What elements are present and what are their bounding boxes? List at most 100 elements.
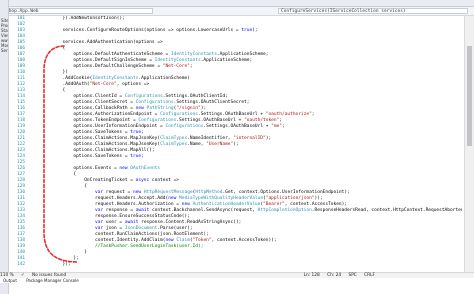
code-line: services.ConfigureRouteOptions(options =… [30, 28, 258, 34]
code-token: true [130, 154, 142, 159]
solution-item[interactable]: Services [0, 48, 8, 53]
code-token: new [132, 190, 142, 195]
code-token: IdentityConstants [170, 52, 217, 57]
code-token: await [124, 220, 139, 225]
code-token: new [135, 106, 144, 111]
code-token: user = [103, 220, 125, 225]
code-token: "Net-Core" [89, 82, 117, 87]
output-tab[interactable]: Output [3, 278, 17, 283]
code-token: .Parse(user); [157, 226, 193, 231]
code-token: )); [314, 196, 323, 201]
code-token: "Bearer" [263, 202, 285, 207]
code-token: options.ClientSecret = [73, 100, 136, 105]
member-dropdown[interactable]: ConfigureServices(IServiceCollection ser… [278, 8, 468, 14]
code-token: options.SaveTokens = [73, 130, 131, 135]
code-token: services.AddAuthentication(options => [62, 40, 163, 45]
code-token: options.UserInformationEndpoint = [73, 124, 166, 129]
code-token: var [95, 208, 104, 213]
solution-explorer-strip: Sitemap.csProgram.csStartup.csViewswwwro… [0, 0, 9, 294]
code-token: "UserName" [206, 142, 234, 147]
line-number: 142 [17, 262, 25, 267]
code-token: options.TokenEndpoint = [73, 118, 139, 123]
code-token: { [62, 46, 66, 51]
code-token: response.Content.ReadAsStringAsync(); [138, 220, 242, 225]
code-token: options.AuthorizationEndpoint = [73, 112, 161, 117]
code-token: Claim [176, 238, 190, 243]
project-dropdown[interactable]: Shop.App.Web [3, 8, 153, 14]
code-token: ClaimTypes [160, 136, 188, 141]
code-token: //TaskPusher.SendUserLoginTask(user.Id); [95, 244, 204, 249]
code-token: new [119, 166, 128, 171]
code-token: { [73, 172, 77, 177]
code-editor[interactable]: }).AddNewtonsoftJson(); services.Configu… [30, 16, 462, 272]
code-token: "Token" [192, 238, 212, 243]
code-token: .ApplicationScheme; [200, 58, 253, 63]
code-token: new [165, 238, 174, 243]
code-token: HttpMethod [195, 190, 223, 195]
code-token: .Settings.OAuthClientSecret; [173, 100, 250, 105]
code-token: .ApplicationScheme) [138, 76, 190, 81]
code-token: Configurations [124, 94, 163, 99]
code-token: options.DefaultSignInScheme = [73, 58, 155, 63]
tool-window-tabs: Output Package Manager Console [0, 278, 474, 283]
code-token: ClaimTypes [160, 142, 188, 147]
code-token: context => [149, 178, 180, 183]
code-token: OnCreatingTicket = [84, 178, 136, 183]
code-token: .Settings.OAuthBaseUrl + [198, 112, 266, 117]
code-token: ); [265, 136, 272, 141]
code-token: new [181, 202, 190, 207]
code-token: context.RunClaimActions(json.RootElement… [95, 232, 209, 237]
code-token: .AddOAuth( [62, 82, 90, 87]
navigation-bar: Shop.App.Web ConfigureServices(IServiceC… [0, 7, 474, 16]
vertical-scrollbar[interactable] [464, 16, 474, 272]
code-token: ; [279, 118, 283, 123]
code-token: PathString [146, 106, 174, 111]
code-token: { [84, 184, 87, 189]
document-tab-bar: Sitemap.cs×AuthController.cs×appsettings… [0, 0, 474, 7]
code-token: MediaTypeWithQualityHeaderValue [179, 196, 264, 201]
code-token: ); [200, 106, 207, 111]
code-token: async [135, 178, 150, 183]
code-token: }).AddNewtonsoftJson(); [62, 16, 125, 21]
code-token: .Settings.OAuthBaseUrl + [176, 118, 245, 123]
code-token: { [62, 88, 66, 93]
code-token: "/signin" [176, 106, 201, 111]
code-token: "oauth/token" [244, 118, 280, 123]
code-token: "internalID" [233, 136, 266, 141]
code-token: ; [189, 64, 193, 69]
code-token: options.ClaimActions.MapAll(); [73, 148, 155, 153]
package-manager-console-tab[interactable]: Package Manager Console [26, 278, 79, 283]
code-token: json = [103, 226, 125, 231]
code-token: true [130, 130, 142, 135]
code-token: options.SaveTokens = [73, 154, 131, 159]
code-token: options.DefaultAuthenticateScheme = [73, 52, 171, 57]
code-token: HttpRequestMessage [143, 190, 193, 195]
code-token: services.ConfigureRouteOptions(options =… [62, 28, 242, 33]
scrollbar-thumb[interactable] [467, 46, 472, 146]
code-token: ); [233, 142, 239, 147]
code-token: }); [62, 262, 71, 267]
code-token: var [95, 220, 104, 225]
code-token: IdentityConstants [154, 58, 201, 63]
